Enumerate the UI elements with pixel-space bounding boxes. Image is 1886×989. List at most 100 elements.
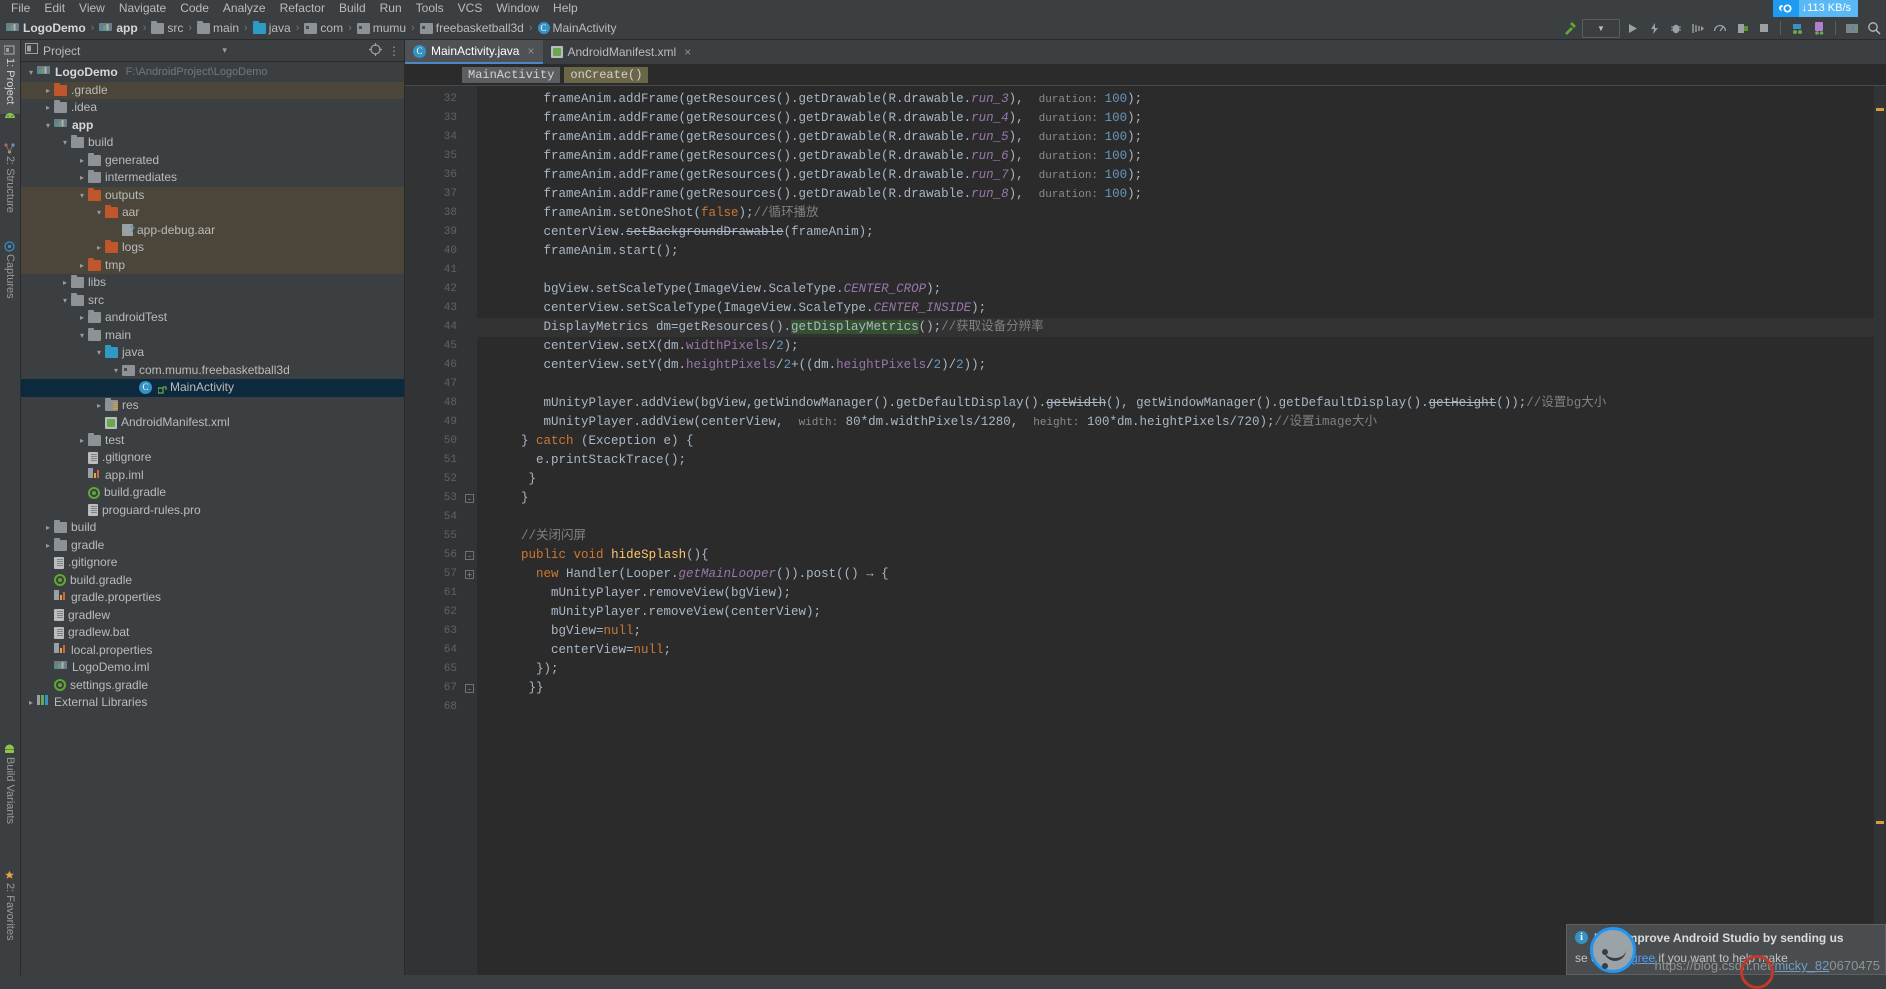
tree-node-logs[interactable]: ▸logs [21,239,404,257]
tree-node-build.gradle[interactable]: build.gradle [21,572,404,590]
tree-node-test[interactable]: ▸test [21,432,404,450]
tree-node-src[interactable]: ▾src [21,292,404,310]
collapse-fold-icon[interactable]: - [465,494,474,503]
menu-item-vcs[interactable]: VCS [451,0,490,17]
tree-node-app.iml[interactable]: app.iml [21,467,404,485]
tree-node-app-debug.aar[interactable]: app-debug.aar [21,222,404,240]
code-line-37[interactable]: frameAnim.addFrame(getResources().getDra… [477,185,1142,204]
code-line-32[interactable]: frameAnim.addFrame(getResources().getDra… [477,90,1142,109]
code-line-56[interactable]: public void hideSplash(){ [477,546,709,565]
network-speed-indicator[interactable]: ↓113 KB/s [1773,0,1858,17]
sidebar-item-build-variants[interactable]: Build Variants [0,739,20,855]
code-line-41[interactable] [477,261,491,280]
tree-node-tmp[interactable]: ▸tmp [21,257,404,275]
editor-tab-androidmanifest-xml[interactable]: AndroidManifest.xml × [543,40,700,64]
tree-node-com.mumu.freebasketball3d[interactable]: ▾com.mumu.freebasketball3d [21,362,404,380]
apply-changes-button[interactable] [1644,18,1664,38]
breadcrumb-method-chip[interactable]: onCreate() [564,67,648,83]
tree-node-gradlew.bat[interactable]: gradlew.bat [21,624,404,642]
menu-item-build[interactable]: Build [332,0,373,17]
tree-node-build[interactable]: ▾build [21,134,404,152]
code-line-50[interactable]: } catch (Exception e) { [477,432,694,451]
run-config-dropdown[interactable]: ▼ [1582,19,1620,38]
code-line-49[interactable]: mUnityPlayer.addView(centerView, width: … [477,413,1377,432]
chevron-right-icon[interactable]: ▸ [76,152,88,170]
menu-item-edit[interactable]: Edit [37,0,72,17]
code-line-44[interactable]: DisplayMetrics dm=getResources().getDisp… [477,318,1044,337]
tree-node-outputs[interactable]: ▾outputs [21,187,404,205]
tree-node-.idea[interactable]: ▸.idea [21,99,404,117]
code-line-67[interactable]: }} [477,679,544,698]
menu-item-navigate[interactable]: Navigate [112,0,173,17]
code-line-34[interactable]: frameAnim.addFrame(getResources().getDra… [477,128,1142,147]
menu-item-view[interactable]: View [72,0,112,17]
more-options-icon[interactable]: ⋮ [388,44,400,58]
tree-node-local.properties[interactable]: local.properties [21,642,404,660]
stop-button[interactable] [1754,18,1774,38]
menu-item-file[interactable]: File [4,0,37,17]
menu-item-refactor[interactable]: Refactor [273,0,332,17]
sdk-manager-button[interactable] [1842,18,1862,38]
tree-node-logodemo.iml[interactable]: LogoDemo.iml [21,659,404,677]
sidebar-item-structure[interactable]: 2: Structure [0,138,20,234]
chevron-down-icon[interactable]: ▾ [25,64,37,82]
breadcrumb-item-freebasketball3d[interactable]: freebasketball3d [418,17,526,39]
tree-node-androidtest[interactable]: ▸androidTest [21,309,404,327]
menu-item-analyze[interactable]: Analyze [216,0,273,17]
code-line-47[interactable] [477,375,491,394]
debug-button[interactable] [1666,18,1686,38]
tree-node-gradle[interactable]: ▸gradle [21,537,404,555]
project-tree[interactable]: ▾LogoDemoF:\AndroidProject\LogoDemo▸.gra… [21,62,404,975]
chevron-right-icon[interactable]: ▸ [93,239,105,257]
tree-node-app[interactable]: ▾app [21,117,404,135]
chevron-right-icon[interactable]: ▸ [25,694,37,712]
collapse-fold-icon[interactable]: - [465,551,474,560]
tree-node-intermediates[interactable]: ▸intermediates [21,169,404,187]
tree-node-logodemo[interactable]: ▾LogoDemoF:\AndroidProject\LogoDemo [21,64,404,82]
breadcrumb-item-logodemo[interactable]: LogoDemo [4,17,88,39]
chevron-right-icon[interactable]: ▸ [76,257,88,275]
code-line-43[interactable]: centerView.setScaleType(ImageView.ScaleT… [477,299,986,318]
code-line-52[interactable]: } [477,470,536,489]
breadcrumb-item-mainactivity[interactable]: CMainActivity [536,17,619,39]
collapse-fold-icon[interactable]: - [465,684,474,693]
tree-node-external-libraries[interactable]: ▸External Libraries [21,694,404,712]
code-line-36[interactable]: frameAnim.addFrame(getResources().getDra… [477,166,1142,185]
tree-node-mainactivity[interactable]: CMainActivity [21,379,404,397]
code-line-45[interactable]: centerView.setX(dm.widthPixels/2); [477,337,799,356]
code-line-54[interactable] [477,508,491,527]
sidebar-item-project[interactable]: 1: Project [0,40,20,114]
tree-node-generated[interactable]: ▸generated [21,152,404,170]
build-hammer-button[interactable] [1560,18,1580,38]
code-folding-strip[interactable]: - - + - [463,86,477,975]
code-line-33[interactable]: frameAnim.addFrame(getResources().getDra… [477,109,1142,128]
tree-node-res[interactable]: ▸res [21,397,404,415]
chevron-down-icon[interactable]: ▾ [222,45,227,56]
expand-fold-icon[interactable]: + [465,570,474,579]
code-line-62[interactable]: mUnityPlayer.removeView(centerView); [477,603,821,622]
code-line-46[interactable]: centerView.setY(dm.heightPixels/2+((dm.h… [477,356,986,375]
code-line-42[interactable]: bgView.setScaleType(ImageView.ScaleType.… [477,280,941,299]
menu-item-help[interactable]: Help [546,0,585,17]
tree-node-proguard-rules.pro[interactable]: proguard-rules.pro [21,502,404,520]
code-line-40[interactable]: frameAnim.start(); [477,242,679,261]
chevron-down-icon[interactable]: ▾ [93,204,105,222]
tree-node-java[interactable]: ▾java [21,344,404,362]
tree-node-gradlew[interactable]: gradlew [21,607,404,625]
chevron-right-icon[interactable]: ▸ [42,537,54,555]
code-line-65[interactable]: }); [477,660,559,679]
chevron-down-icon[interactable]: ▾ [93,344,105,362]
chevron-right-icon[interactable]: ▸ [42,519,54,537]
chevron-down-icon[interactable]: ▾ [59,292,71,310]
sync-gradle-button[interactable] [1787,18,1807,38]
code-editor[interactable]: 3233343536373839404142434445464748495051… [405,85,1886,975]
code-line-39[interactable]: centerView.setBackgroundDrawable(frameAn… [477,223,874,242]
tree-node-libs[interactable]: ▸libs [21,274,404,292]
chevron-right-icon[interactable]: ▸ [76,169,88,187]
code-line-61[interactable]: mUnityPlayer.removeView(bgView); [477,584,791,603]
chevron-right-icon[interactable]: ▸ [93,397,105,415]
chevron-right-icon[interactable]: ▸ [76,309,88,327]
code-line-38[interactable]: frameAnim.setOneShot(false);//循环播放 [477,204,819,223]
chevron-right-icon[interactable]: ▸ [42,99,54,117]
tree-node-.gitignore[interactable]: .gitignore [21,449,404,467]
